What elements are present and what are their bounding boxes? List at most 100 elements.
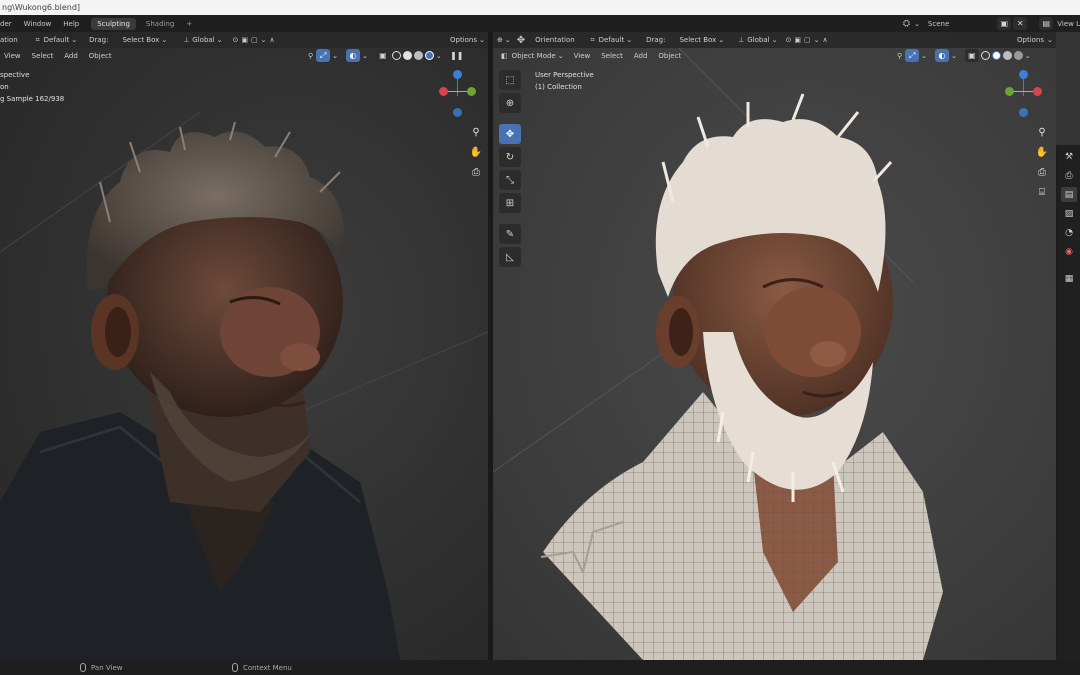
chevron-down-icon[interactable]: ⌄ — [436, 52, 442, 60]
new-scene-icon[interactable]: ▣ — [997, 17, 1012, 30]
gizmo-toggle-icon[interactable]: ⤢ — [905, 49, 920, 62]
visibility-icon[interactable]: ⚲ — [897, 52, 902, 60]
solid-shading-icon[interactable] — [991, 51, 1001, 60]
view-layer-properties-icon[interactable]: ▨ — [1061, 206, 1077, 221]
menu-item-help[interactable]: Help — [63, 20, 79, 28]
tool-settings-icon[interactable]: ⚒ — [1061, 149, 1077, 164]
right-navigation-gizmo[interactable] — [1003, 70, 1047, 117]
object-mode-icon[interactable]: ◧ — [501, 52, 508, 60]
proportional-edit-icon[interactable]: ⌄ — [814, 36, 820, 44]
view-layer-label[interactable]: View L — [1057, 20, 1080, 28]
chevron-down-icon[interactable]: ⌄ — [1025, 52, 1031, 60]
gizmo-y-axis-icon[interactable] — [1005, 87, 1014, 96]
menu-item-render[interactable]: der — [0, 20, 12, 28]
snap-icon[interactable]: ▣ — [794, 36, 801, 44]
wireframe-shading-icon[interactable] — [391, 51, 401, 60]
camera-view-icon[interactable]: ⎙ — [467, 163, 485, 181]
right-drag-dropdown[interactable]: Select Box — [679, 36, 716, 44]
left-drag-dropdown[interactable]: Select Box — [122, 36, 159, 44]
chevron-down-icon[interactable]: ⌄ — [626, 36, 632, 44]
rendered-shading-icon[interactable] — [1013, 51, 1023, 60]
chevron-down-icon[interactable]: ⌄ — [332, 52, 338, 60]
right-transform-dropdown[interactable]: Global — [747, 36, 769, 44]
chevron-down-icon[interactable]: ⌄ — [1047, 36, 1053, 44]
output-properties-icon[interactable]: ▤ — [1061, 187, 1077, 202]
snap-toggle-icon[interactable]: ▢ — [251, 36, 258, 44]
pivot-point-icon[interactable]: ⊙ — [785, 36, 791, 44]
right-3d-viewport[interactable]: ⊕ ⌄ ✥ Orientation ⌗ Default ⌄ Drag: Sele… — [492, 32, 1056, 660]
camera-view-icon[interactable]: ⎙ — [1033, 163, 1051, 181]
chevron-down-icon[interactable]: ⌄ — [505, 36, 511, 44]
proportional-edit-icon[interactable]: ⌄ — [261, 36, 267, 44]
collection-properties-icon[interactable]: ▦ — [1061, 271, 1077, 286]
pivot-point-icon[interactable]: ⊙ — [233, 36, 239, 44]
select-box-tool-icon[interactable]: ⬚ — [499, 70, 521, 90]
gizmo-x-axis-icon[interactable] — [439, 87, 448, 96]
annotate-tool-icon[interactable]: ✎ — [499, 224, 521, 244]
zoom-view-icon[interactable]: ⚲ — [1033, 123, 1051, 141]
move-tool-icon[interactable]: ✥ — [517, 35, 525, 46]
gizmo-z-axis-icon[interactable] — [453, 70, 462, 79]
wireframe-shading-icon[interactable] — [980, 51, 990, 60]
gizmo-toggle-icon[interactable]: ⤢ — [316, 49, 331, 62]
left-transform-dropdown[interactable]: Global — [192, 36, 214, 44]
right-menu-add[interactable]: Add — [634, 52, 648, 60]
view-layer-icon[interactable]: ▤ — [1039, 17, 1054, 30]
left-mode-label[interactable]: ation — [0, 36, 18, 44]
pan-view-hand-icon[interactable]: ✋ — [1033, 143, 1051, 161]
scene-dropdown-chevron-icon[interactable]: ⌄ — [914, 20, 920, 28]
transform-tool-icon[interactable]: ⊞ — [499, 193, 521, 213]
material-shading-icon[interactable] — [1002, 51, 1012, 60]
chevron-down-icon[interactable]: ⌄ — [217, 36, 223, 44]
chevron-down-icon[interactable]: ⌄ — [479, 36, 485, 44]
workspace-tab-shading[interactable]: Shading — [140, 18, 180, 30]
add-workspace-button[interactable]: + — [186, 20, 192, 28]
chevron-down-icon[interactable]: ⌄ — [558, 52, 564, 60]
overlay-toggle-icon[interactable]: ◐ — [935, 49, 950, 62]
left-menu-view[interactable]: View — [4, 52, 21, 60]
chevron-down-icon[interactable]: ⌄ — [161, 36, 167, 44]
chevron-down-icon[interactable]: ⌄ — [921, 52, 927, 60]
measure-tool-icon[interactable]: ◺ — [499, 247, 521, 267]
workspace-tab-sculpting[interactable]: Sculpting — [91, 17, 136, 30]
right-options-dropdown[interactable]: Options — [1017, 36, 1044, 44]
chevron-down-icon[interactable]: ⌄ — [772, 36, 778, 44]
menu-item-window[interactable]: Window — [24, 20, 52, 28]
left-navigation-gizmo[interactable] — [437, 70, 481, 117]
xray-toggle-icon[interactable]: ▣ — [375, 49, 390, 62]
solid-shading-icon[interactable] — [402, 51, 412, 60]
move-tool-icon[interactable]: ✥ — [499, 124, 521, 144]
left-3d-viewport[interactable]: ation ⌗ Default ⌄ Drag: Select Box ⌄ ⊥ G… — [0, 32, 488, 660]
pan-view-hand-icon[interactable]: ✋ — [467, 143, 485, 161]
chevron-down-icon[interactable]: ⌄ — [362, 52, 368, 60]
gizmo-x-axis-icon[interactable] — [1033, 87, 1042, 96]
gizmo-z-axis-icon[interactable] — [1019, 70, 1028, 79]
editor-type-icon[interactable]: ⊕ — [497, 36, 503, 44]
chevron-down-icon[interactable]: ⌄ — [718, 36, 724, 44]
xray-toggle-icon[interactable]: ▣ — [964, 49, 979, 62]
falloff-icon[interactable]: ∧ — [270, 36, 275, 44]
gizmo-neg-z-axis-icon[interactable] — [1019, 108, 1028, 117]
right-menu-view[interactable]: View — [574, 52, 591, 60]
scene-name[interactable]: Scene — [928, 20, 949, 28]
pause-render-icon[interactable]: ❚❚ — [449, 49, 464, 62]
left-options-dropdown[interactable]: Options — [450, 36, 477, 44]
chevron-down-icon[interactable]: ⌄ — [71, 36, 77, 44]
falloff-icon[interactable]: ∧ — [822, 36, 827, 44]
left-menu-add[interactable]: Add — [64, 52, 78, 60]
world-properties-icon[interactable]: ◉ — [1061, 244, 1077, 259]
rendered-shading-icon[interactable] — [424, 51, 434, 60]
zoom-view-icon[interactable]: ⚲ — [467, 123, 485, 141]
transform-orientation-icon[interactable]: ⊥ — [738, 36, 744, 44]
right-orientation-dropdown[interactable]: Default — [599, 36, 625, 44]
gizmo-y-axis-icon[interactable] — [467, 87, 476, 96]
left-orientation-icon[interactable]: ⌗ — [36, 36, 40, 45]
left-orientation-dropdown[interactable]: Default — [44, 36, 70, 44]
chevron-down-icon[interactable]: ⌄ — [951, 52, 957, 60]
overlay-toggle-icon[interactable]: ◐ — [346, 49, 361, 62]
left-menu-object[interactable]: Object — [89, 52, 112, 60]
visibility-icon[interactable]: ⚲ — [308, 52, 313, 60]
object-mode-dropdown[interactable]: Object Mode — [512, 52, 556, 60]
right-orientation-icon[interactable]: ⌗ — [591, 36, 595, 45]
material-shading-icon[interactable] — [413, 51, 423, 60]
